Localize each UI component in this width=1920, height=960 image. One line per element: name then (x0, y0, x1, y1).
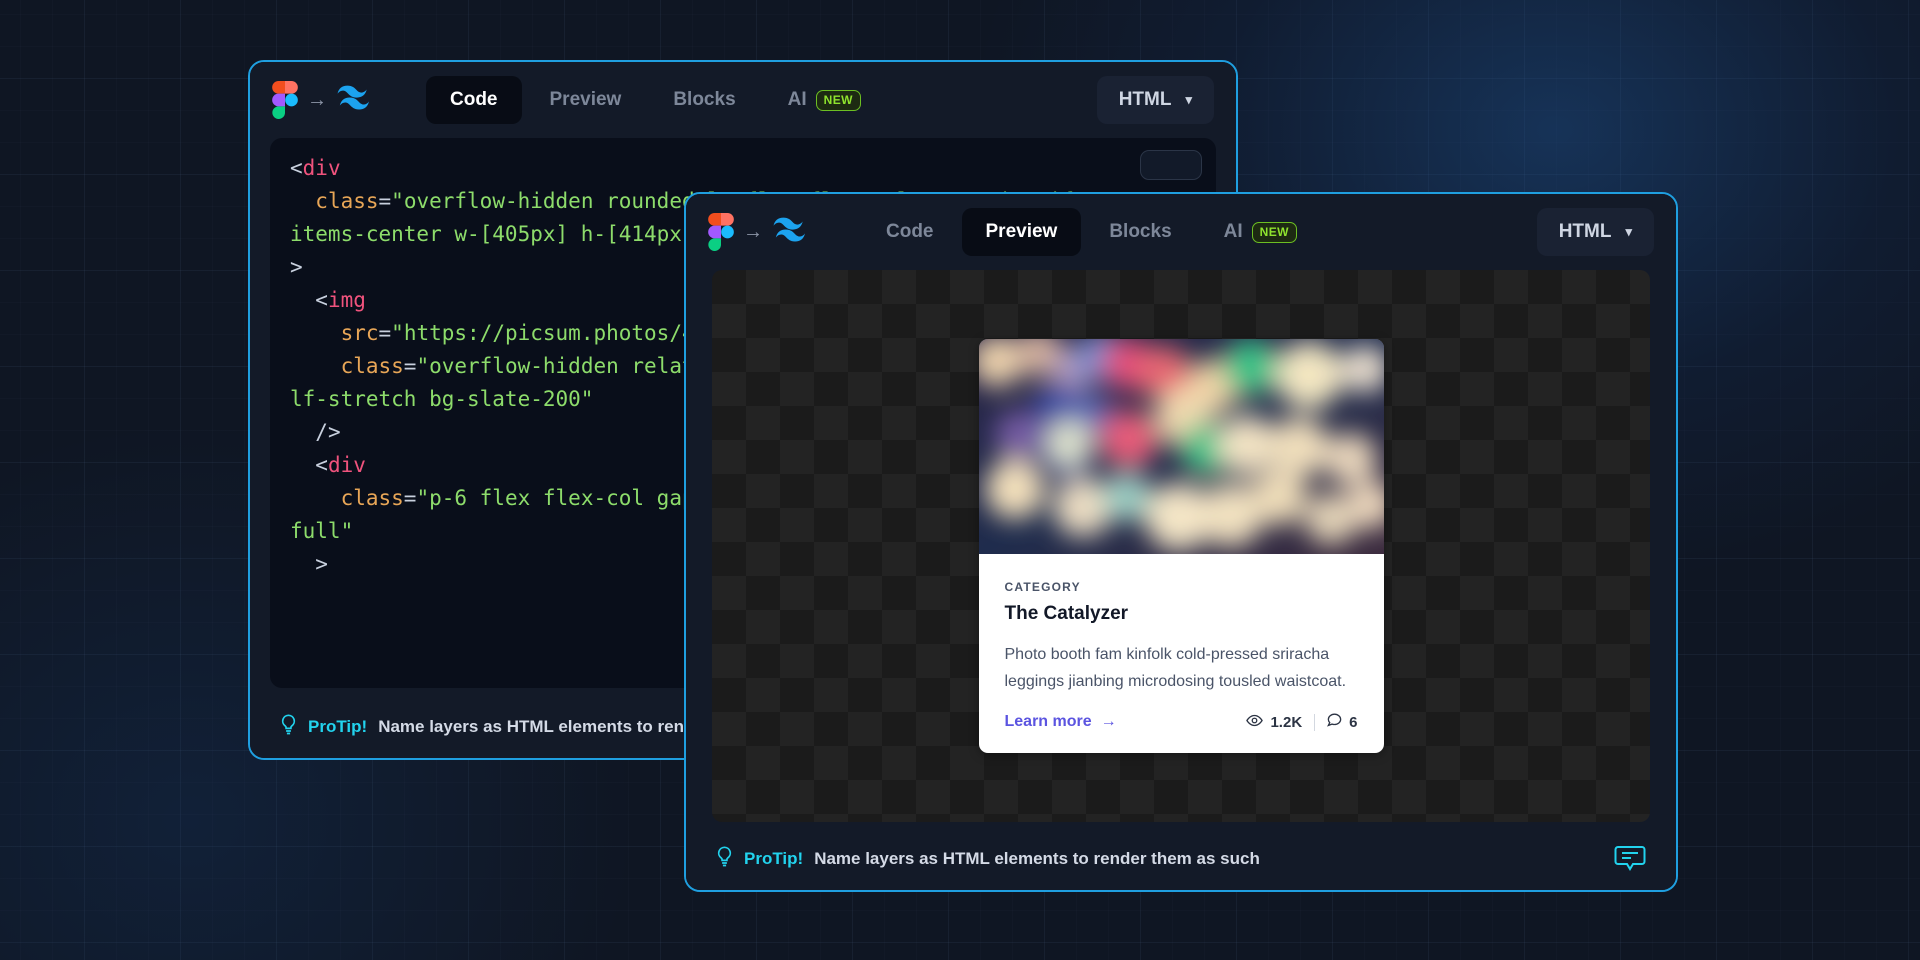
learn-more-label: Learn more (1005, 713, 1092, 731)
tab-code[interactable]: Code (862, 208, 958, 256)
preview-panel-tabs: Code Preview Blocks AI NEW (862, 208, 1321, 256)
language-select-value: HTML (1119, 89, 1172, 111)
arrow-right-icon: → (307, 90, 327, 110)
comment-icon (1327, 713, 1342, 731)
code-panel-toolbar: → Code Preview Blocks AI NEW (250, 62, 1236, 138)
tab-preview[interactable]: Preview (962, 208, 1082, 256)
arrow-right-icon: → (1101, 713, 1117, 731)
copy-code-button[interactable] (1140, 150, 1202, 180)
eye-icon (1246, 714, 1263, 731)
card-image (979, 339, 1384, 554)
tab-code-label: Code (886, 221, 934, 243)
protip-text: Name layers as HTML elements to render t… (814, 849, 1260, 869)
stats-divider (1314, 714, 1315, 731)
tab-preview[interactable]: Preview (526, 76, 646, 124)
demo-card: CATEGORY The Catalyzer Photo booth fam k… (979, 339, 1384, 753)
tab-blocks[interactable]: Blocks (1085, 208, 1195, 256)
tab-ai[interactable]: AI NEW (764, 76, 885, 124)
plugin-logo-group-2: → (708, 213, 818, 251)
tab-ai-new-badge: NEW (816, 90, 861, 111)
tab-ai-new-badge: NEW (1252, 222, 1297, 243)
tab-code[interactable]: Code (426, 76, 522, 124)
view-count-stat: 1.2K (1246, 714, 1302, 731)
tab-ai-label: AI (788, 89, 807, 111)
plugin-logo-group: → (272, 81, 382, 119)
tab-preview-label: Preview (550, 89, 622, 111)
card-body: CATEGORY The Catalyzer Photo booth fam k… (979, 554, 1384, 753)
lightbulb-icon (716, 846, 733, 872)
chevron-down-icon: ▾ (1625, 224, 1632, 240)
tab-ai[interactable]: AI NEW (1200, 208, 1321, 256)
tab-code-label: Code (450, 89, 498, 111)
code-line: <div (290, 152, 1196, 185)
tab-preview-label: Preview (986, 221, 1058, 243)
chat-bubble-icon[interactable] (1614, 844, 1646, 874)
learn-more-link[interactable]: Learn more → (1005, 713, 1117, 731)
preview-panel-toolbar: → Code Preview Blocks AI NEW (686, 194, 1676, 270)
card-category: CATEGORY (1005, 580, 1358, 594)
lightbulb-icon (280, 714, 297, 740)
arrow-right-icon: → (743, 222, 763, 242)
preview-panel: → Code Preview Blocks AI NEW (684, 192, 1678, 892)
language-select-value: HTML (1559, 221, 1612, 243)
card-description: Photo booth fam kinfolk cold-pressed sri… (1005, 641, 1358, 695)
preview-canvas: CATEGORY The Catalyzer Photo booth fam k… (712, 270, 1650, 822)
protip-label: ProTip! (744, 849, 803, 869)
figma-logo-icon (708, 213, 734, 251)
card-title: The Catalyzer (1005, 603, 1358, 625)
tab-blocks-label: Blocks (1109, 221, 1171, 243)
language-select[interactable]: HTML ▾ (1097, 76, 1214, 124)
view-count-value: 1.2K (1270, 714, 1302, 731)
figma-logo-icon (272, 81, 298, 119)
language-select[interactable]: HTML ▾ (1537, 208, 1654, 256)
tailwind-logo-icon (336, 85, 382, 115)
code-panel-tabs: Code Preview Blocks AI NEW (426, 76, 885, 124)
protip-label: ProTip! (308, 717, 367, 737)
preview-panel-protip-bar: ProTip! Name layers as HTML elements to … (686, 828, 1676, 890)
card-stats: 1.2K 6 (1246, 713, 1357, 731)
tab-ai-label: AI (1224, 221, 1243, 243)
comment-count-stat: 6 (1327, 713, 1357, 731)
tab-blocks[interactable]: Blocks (649, 76, 759, 124)
tab-blocks-label: Blocks (673, 89, 735, 111)
tailwind-logo-icon (772, 217, 818, 247)
card-footer: Learn more → 1.2K (1005, 713, 1358, 753)
chevron-down-icon: ▾ (1185, 92, 1192, 108)
comment-count-value: 6 (1349, 714, 1357, 731)
